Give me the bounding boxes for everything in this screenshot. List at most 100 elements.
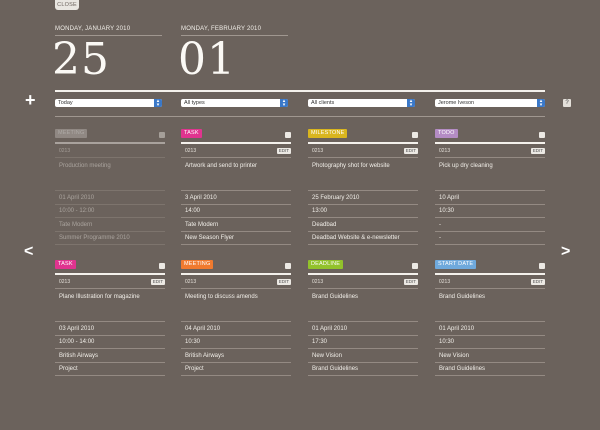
event-card[interactable]: START DATE 0213 EDIT Brand Guidelines 01… (435, 260, 545, 380)
event-project: Deadbad Website & e-newsletter (312, 235, 400, 241)
event-client: New Vision (439, 353, 469, 359)
field-divider (181, 348, 291, 349)
event-number: 0213 (312, 148, 324, 154)
field-divider (55, 217, 165, 218)
event-time: 14:00 (185, 208, 201, 214)
complete-checkbox[interactable] (539, 132, 545, 138)
event-client: British Airways (185, 353, 225, 359)
field-divider (308, 288, 418, 289)
event-title: Brand Guidelines (312, 294, 359, 300)
client-filter-select[interactable]: All clients ▴ ▾ (308, 99, 415, 108)
event-card[interactable]: TASK 0213 EDIT Plane Illustration for ma… (55, 260, 165, 380)
event-type-tag: START DATE (435, 260, 477, 269)
event-project: Project (59, 366, 78, 372)
event-time: 10:00 - 14:00 (59, 339, 95, 345)
edit-button[interactable]: EDIT (530, 279, 545, 285)
event-number: 0213 (439, 279, 451, 285)
field-divider (55, 204, 165, 205)
event-card[interactable]: TODO 0213 EDIT Pick up dry cleaning 10 A… (435, 129, 545, 249)
event-time: 10:30 (439, 208, 455, 214)
field-divider (308, 244, 418, 245)
field-divider (55, 348, 165, 349)
date-label-1: MONDAY, JANUARY 2010 (55, 26, 131, 32)
help-button[interactable]: ? (563, 99, 571, 107)
complete-checkbox[interactable] (412, 263, 418, 269)
event-client: British Airways (59, 353, 99, 359)
event-date: 25 February 2010 (312, 195, 360, 201)
event-card[interactable]: MILESTONE 0213 EDIT Photography shot for… (308, 129, 418, 249)
date-filter-value: Today (58, 100, 73, 106)
event-project: Brand Guidelines (312, 366, 359, 372)
field-divider (55, 190, 165, 191)
field-divider (308, 157, 418, 158)
event-date: 01 April 2010 (439, 326, 475, 332)
next-arrow-icon[interactable]: > (561, 244, 570, 260)
field-divider (308, 190, 418, 191)
card-divider (435, 142, 545, 144)
field-divider (308, 217, 418, 218)
event-card[interactable]: DEADLINE 0213 EDIT Brand Guidelines 01 A… (308, 260, 418, 380)
field-divider (308, 348, 418, 349)
select-arrow-icon: ▴ ▾ (154, 99, 162, 108)
field-divider (55, 231, 165, 232)
edit-button[interactable]: EDIT (276, 148, 291, 154)
field-divider (181, 217, 291, 218)
edit-button[interactable]: EDIT (403, 148, 418, 154)
date-filter-select[interactable]: Today ▴ ▾ (55, 99, 162, 108)
event-number: 0213 (185, 279, 197, 285)
event-title: Production meeting (59, 163, 111, 169)
field-divider (181, 375, 291, 376)
field-divider (308, 375, 418, 376)
close-button[interactable]: CLOSE (55, 0, 79, 10)
edit-button[interactable]: EDIT (276, 279, 291, 285)
complete-checkbox[interactable] (285, 263, 291, 269)
complete-checkbox[interactable] (285, 132, 291, 138)
field-divider (435, 362, 545, 363)
event-title: Photography shot for website (312, 163, 390, 169)
field-divider (55, 362, 165, 363)
person-filter-select[interactable]: Jerome Iveson ▴ ▾ (435, 99, 545, 108)
field-divider (435, 321, 545, 322)
complete-checkbox[interactable] (159, 263, 165, 269)
event-number: 0213 (59, 279, 71, 285)
big-date-2: 01 (178, 34, 236, 85)
event-card[interactable]: MEETING 0213 Production meeting 01 April… (55, 129, 165, 249)
edit-button[interactable]: EDIT (530, 148, 545, 154)
event-client: - (439, 222, 441, 228)
type-filter-value: All types (184, 100, 205, 106)
field-divider (435, 288, 545, 289)
event-client: New Vision (312, 353, 342, 359)
field-divider (308, 321, 418, 322)
complete-checkbox[interactable] (539, 263, 545, 269)
event-time: 10:30 (439, 339, 455, 345)
person-filter-value: Jerome Iveson (438, 100, 475, 106)
complete-checkbox[interactable] (159, 132, 165, 138)
event-type-tag: MILESTONE (308, 129, 348, 138)
field-divider (435, 204, 545, 205)
event-title: Pick up dry cleaning (439, 163, 493, 169)
event-time: 10:00 - 12:00 (59, 208, 95, 214)
event-title: Meeting to discuss amends (185, 294, 258, 300)
event-date: 04 April 2010 (185, 326, 221, 332)
event-card[interactable]: MEETING 0213 EDIT Meeting to discuss ame… (181, 260, 291, 380)
event-number: 0213 (59, 148, 71, 154)
event-date: 3 April 2010 (185, 195, 217, 201)
event-type-tag: TASK (181, 129, 202, 138)
client-filter-value: All clients (311, 100, 335, 106)
edit-button[interactable]: EDIT (150, 279, 165, 285)
event-number: 0213 (439, 148, 451, 154)
edit-button[interactable]: EDIT (403, 279, 418, 285)
event-date: 03 April 2010 (59, 326, 95, 332)
field-divider (181, 321, 291, 322)
type-filter-select[interactable]: All types ▴ ▾ (181, 99, 288, 108)
add-icon[interactable]: + (25, 91, 36, 109)
field-divider (181, 362, 291, 363)
cards-divider (55, 116, 545, 117)
field-divider (435, 190, 545, 191)
event-card[interactable]: TASK 0213 EDIT Artwork and send to print… (181, 129, 291, 249)
field-divider (55, 244, 165, 245)
previous-arrow-icon[interactable]: < (24, 244, 33, 260)
card-divider (181, 142, 291, 144)
event-date: 01 April 2010 (59, 195, 95, 201)
complete-checkbox[interactable] (412, 132, 418, 138)
